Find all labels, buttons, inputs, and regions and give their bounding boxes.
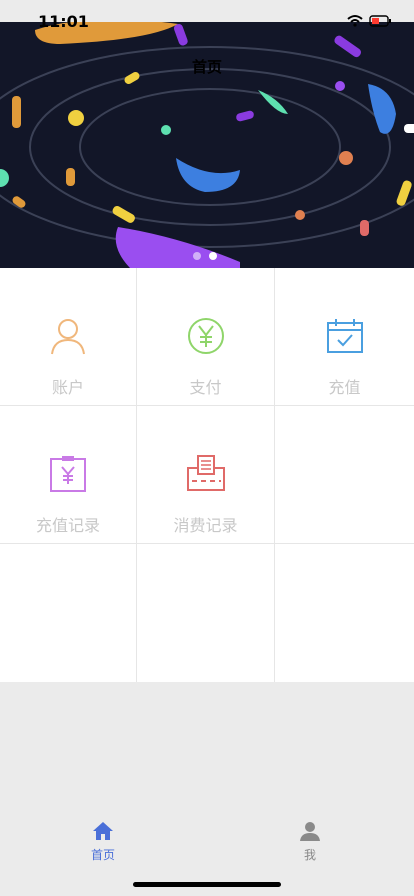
menu-item-account[interactable]: 账户 xyxy=(0,268,137,406)
carousel-dots xyxy=(193,252,217,260)
receipt-printer-icon xyxy=(186,455,225,491)
menu-cell-empty xyxy=(275,406,414,544)
menu-item-consumption-records[interactable]: 消费记录 xyxy=(137,406,275,544)
status-time: 11:01 xyxy=(38,12,89,31)
menu-item-pay[interactable]: 支付 xyxy=(137,268,275,406)
menu-cell-empty xyxy=(275,544,414,682)
tab-label: 首页 xyxy=(90,848,115,862)
yen-clipboard-icon xyxy=(50,456,86,492)
home-indicator xyxy=(133,882,281,887)
tab-home[interactable]: 首页 xyxy=(63,820,143,863)
menu-item-recharge[interactable]: 充值 xyxy=(275,268,414,406)
status-icons xyxy=(347,15,391,27)
menu-item-label: 充值 xyxy=(328,378,361,397)
menu-item-label: 充值记录 xyxy=(35,516,100,535)
page-title: 首页 xyxy=(191,58,222,76)
menu-cell-empty xyxy=(0,544,137,682)
person-icon xyxy=(300,822,320,841)
home-icon xyxy=(93,822,113,840)
carousel-dot-active[interactable] xyxy=(209,252,217,260)
status-bar: 11:01 xyxy=(0,0,414,31)
tab-bar: 首页 我 xyxy=(0,810,414,870)
menu-cell-empty xyxy=(137,544,275,682)
menu-item-label: 消费记录 xyxy=(173,516,238,535)
menu-grid: 账户 支付 充值 充值记录 消费记录 xyxy=(0,268,414,682)
menu-item-label: 账户 xyxy=(51,378,84,397)
user-icon xyxy=(51,319,85,355)
yen-circle-icon xyxy=(187,318,224,354)
carousel-dot[interactable] xyxy=(193,252,201,260)
calendar-check-icon xyxy=(326,319,363,353)
tab-label: 我 xyxy=(303,848,316,862)
menu-item-label: 支付 xyxy=(189,378,222,397)
menu-item-recharge-records[interactable]: 充值记录 xyxy=(0,406,137,544)
tab-me[interactable]: 我 xyxy=(270,820,350,863)
